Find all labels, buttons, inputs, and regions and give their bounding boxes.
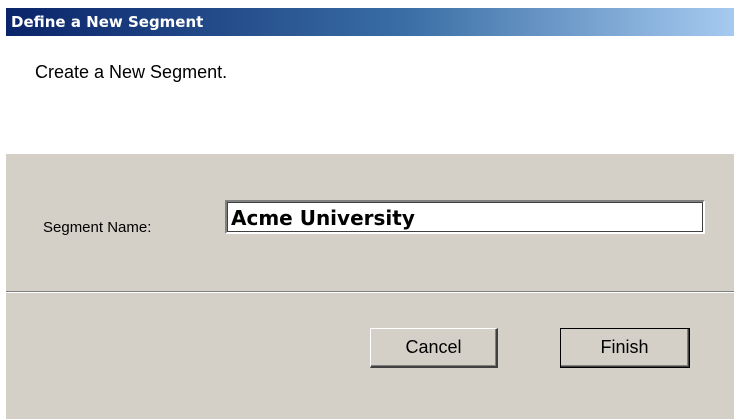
- segment-name-input[interactable]: [225, 200, 705, 234]
- define-segment-dialog: Define a New Segment Create a New Segmen…: [6, 8, 734, 419]
- separator-line: [6, 291, 734, 293]
- segment-name-label: Segment Name:: [43, 219, 152, 236]
- window-title: Define a New Segment: [11, 13, 204, 31]
- wizard-header-panel: [6, 36, 734, 154]
- title-bar[interactable]: Define a New Segment: [6, 8, 734, 36]
- wizard-header-text: Create a New Segment.: [35, 62, 228, 82]
- finish-button[interactable]: Finish: [560, 328, 690, 368]
- cancel-button[interactable]: Cancel: [370, 328, 498, 368]
